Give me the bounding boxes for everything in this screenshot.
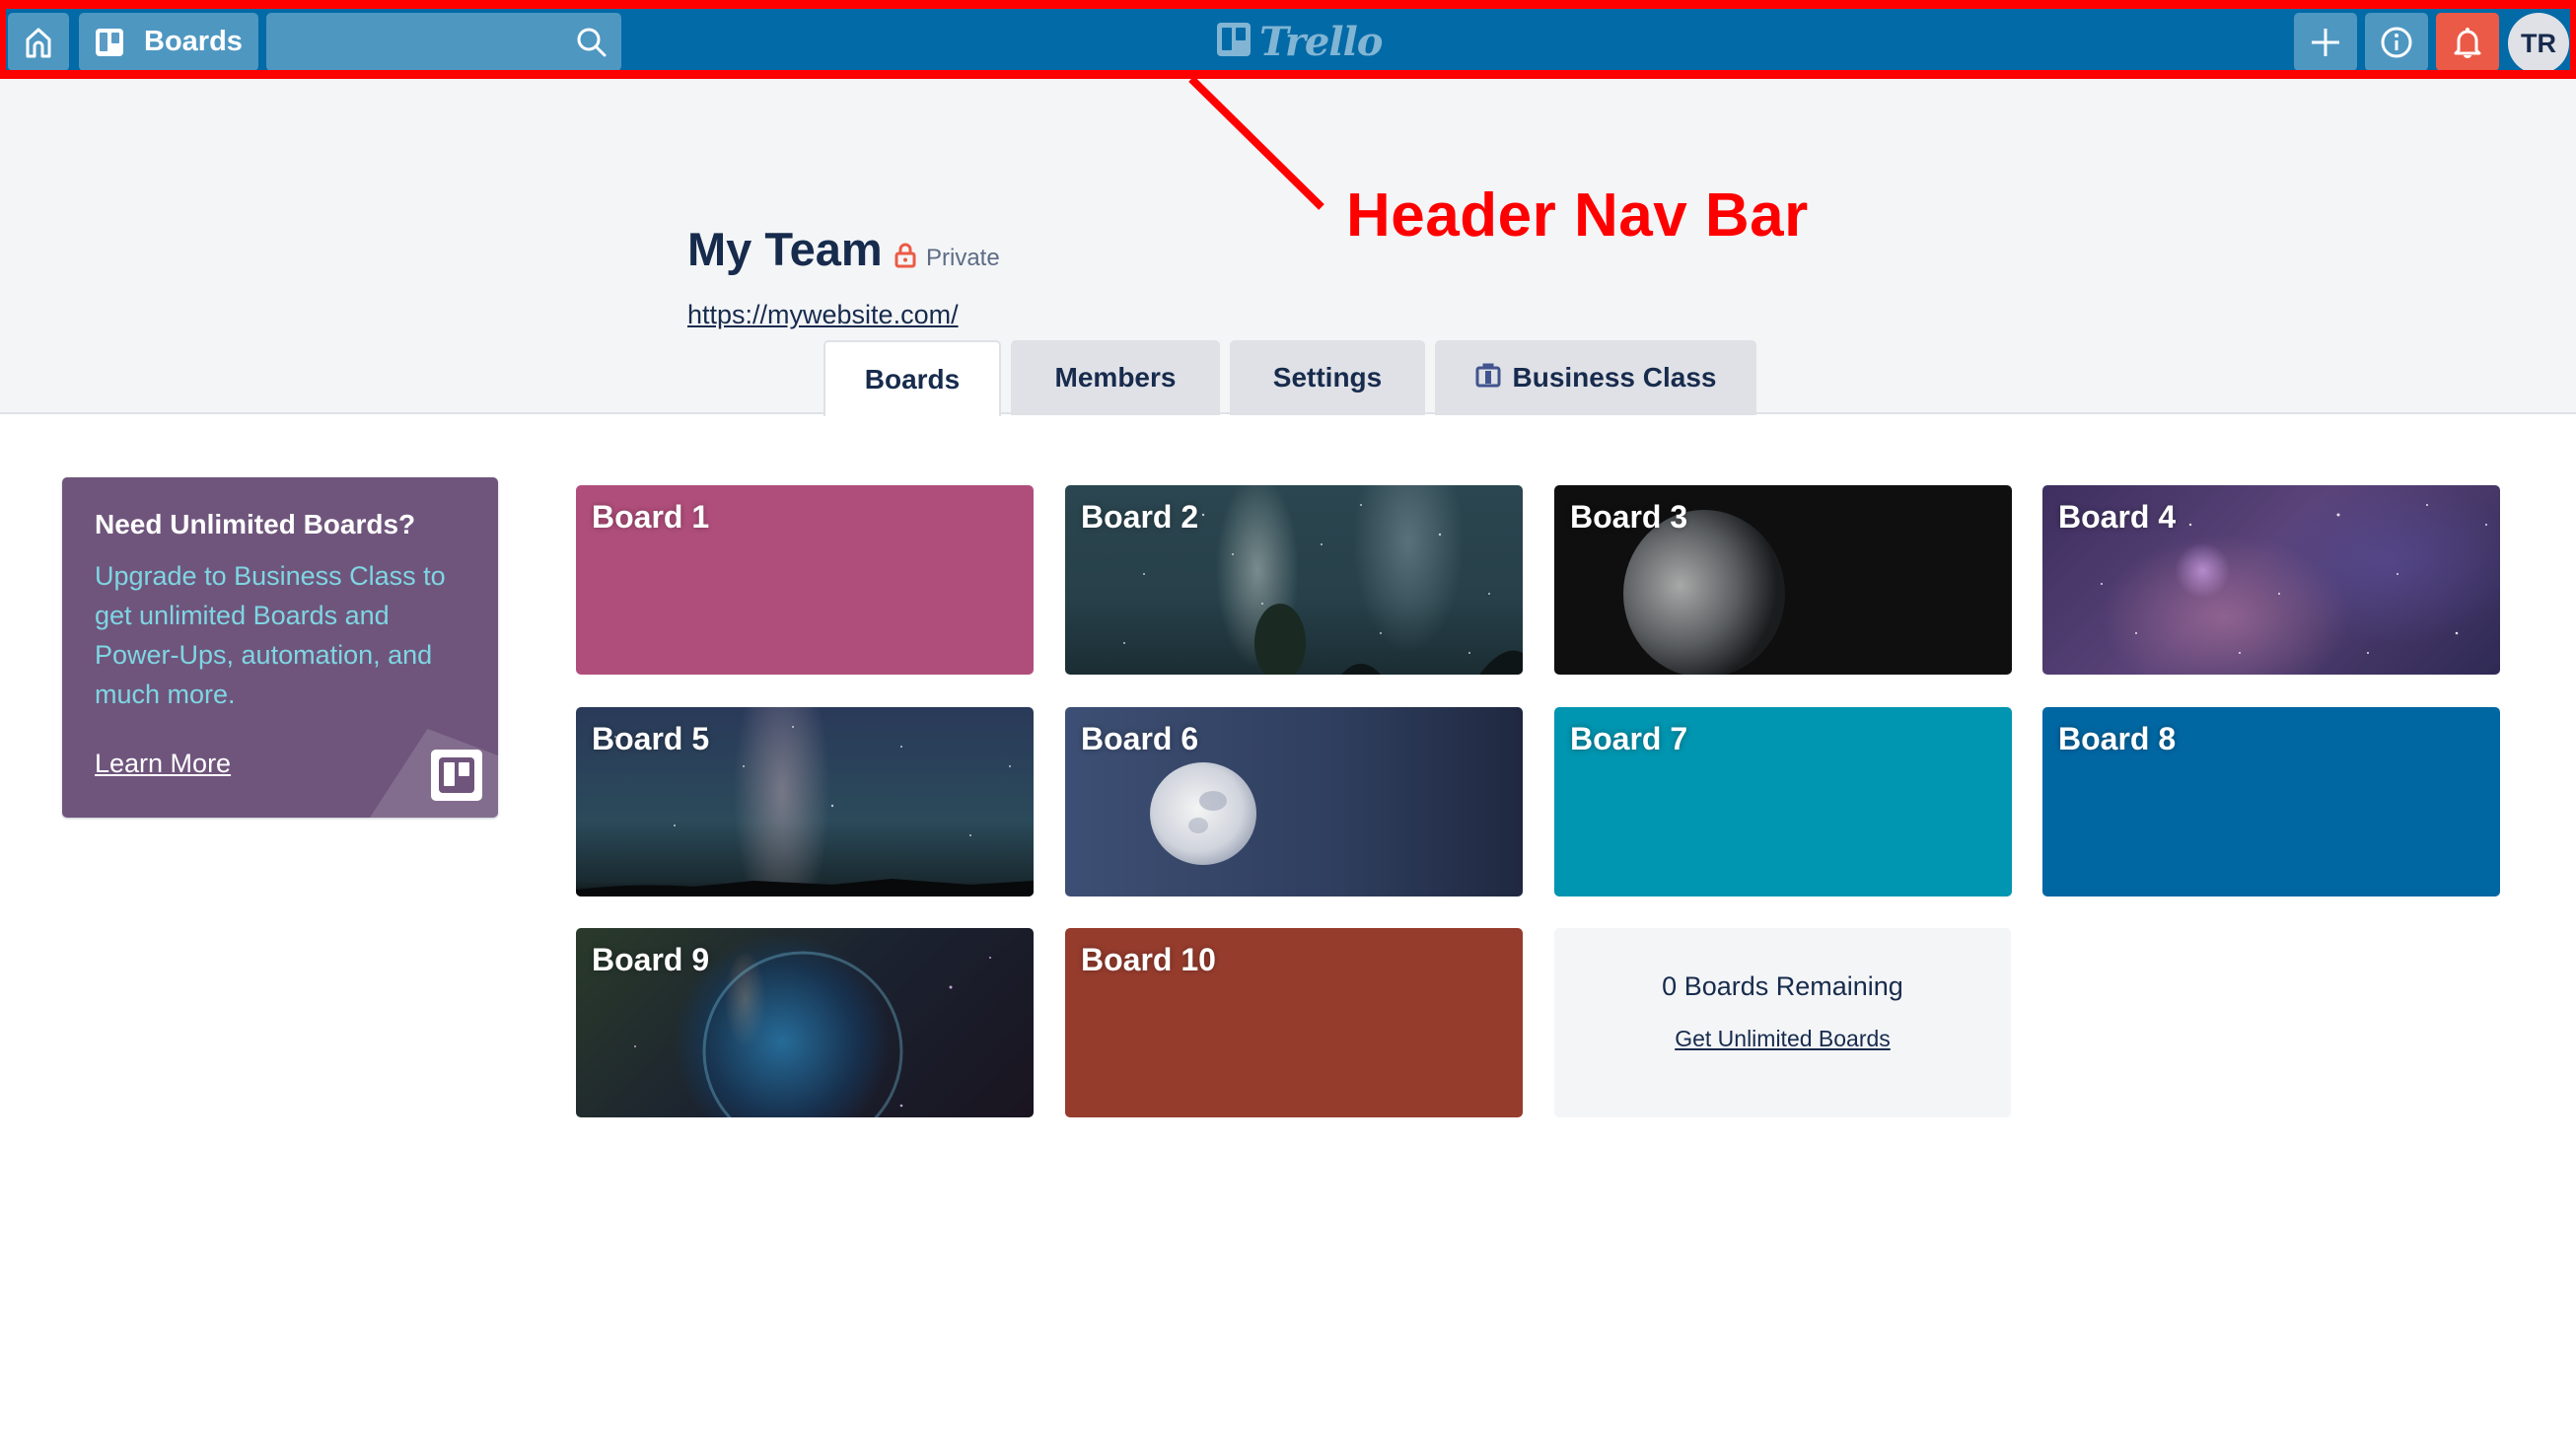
team-name: My Team bbox=[687, 223, 883, 275]
board-tile[interactable]: Board 9 bbox=[576, 928, 1034, 1117]
notifications-button[interactable] bbox=[2436, 13, 2499, 71]
board-tile[interactable]: Board 4 bbox=[2042, 485, 2500, 675]
boards-remaining-count: 0 Boards Remaining bbox=[1662, 971, 1903, 1001]
tab-boards[interactable]: Boards bbox=[823, 340, 1001, 416]
trello-badge-icon bbox=[431, 750, 482, 801]
board-title: Board 7 bbox=[1570, 721, 1688, 756]
tab-business-class[interactable]: Business Class bbox=[1435, 340, 1756, 415]
board-title: Board 2 bbox=[1081, 499, 1199, 535]
search-input[interactable] bbox=[266, 13, 562, 71]
home-icon bbox=[24, 27, 53, 58]
tab-settings[interactable]: Settings bbox=[1230, 340, 1425, 415]
board-tile[interactable]: Board 3 bbox=[1554, 485, 2012, 675]
board-title: Board 3 bbox=[1570, 499, 1688, 535]
tab-label: Boards bbox=[864, 363, 961, 394]
learn-more-link[interactable]: Learn More bbox=[95, 749, 231, 779]
trello-logo-icon bbox=[1216, 22, 1252, 62]
team-visibility[interactable]: Private bbox=[894, 243, 1000, 273]
tab-label: Business Class bbox=[1512, 362, 1717, 393]
visibility-label: Private bbox=[926, 244, 1000, 271]
search-icon[interactable] bbox=[576, 27, 608, 63]
board-tile[interactable]: Board 7 bbox=[1554, 707, 2012, 896]
tab-members[interactable]: Members bbox=[1011, 340, 1220, 415]
board-tile[interactable]: Board 6 bbox=[1065, 707, 1523, 896]
board-tile[interactable]: Board 5 bbox=[576, 707, 1034, 896]
annotation-label: Header Nav Bar bbox=[1346, 181, 1809, 250]
trello-wordmark: Trello bbox=[1259, 18, 1383, 65]
promo-title: Need Unlimited Boards? bbox=[95, 509, 416, 539]
boards-button-label: Boards bbox=[144, 26, 243, 57]
board-title: Board 6 bbox=[1081, 721, 1199, 756]
board-title: Board 8 bbox=[2058, 721, 2177, 756]
home-button[interactable] bbox=[8, 13, 69, 71]
board-title: Board 5 bbox=[592, 721, 710, 756]
header-nav-bar: Boards Trello TR bbox=[0, 0, 2576, 79]
search-box[interactable] bbox=[266, 13, 621, 71]
boards-icon bbox=[95, 28, 124, 57]
promo-body: Upgrade to Business Class to get unlimit… bbox=[95, 561, 446, 709]
board-title: Board 10 bbox=[1081, 942, 1216, 977]
plus-icon bbox=[2310, 27, 2341, 58]
page: Boards Trello TR My Team Private https:/… bbox=[0, 0, 2576, 1434]
board-tile[interactable]: Board 2 bbox=[1065, 485, 1523, 675]
board-title: Board 1 bbox=[592, 499, 710, 535]
create-button[interactable] bbox=[2294, 13, 2357, 71]
tab-label: Members bbox=[1054, 362, 1177, 393]
tab-label: Settings bbox=[1272, 362, 1383, 393]
boards-remaining-card: 0 Boards Remaining Get Unlimited Boards bbox=[1554, 928, 2011, 1117]
board-tile[interactable]: Board 8 bbox=[2042, 707, 2500, 896]
info-button[interactable] bbox=[2365, 13, 2428, 71]
get-unlimited-boards-link[interactable]: Get Unlimited Boards bbox=[1554, 1026, 2011, 1052]
board-tile[interactable]: Board 1 bbox=[576, 485, 1034, 675]
board-title: Board 4 bbox=[2058, 499, 2177, 535]
board-title: Board 9 bbox=[592, 942, 710, 977]
upgrade-promo-card: Need Unlimited Boards? Upgrade to Busine… bbox=[62, 477, 498, 818]
bell-icon bbox=[2453, 26, 2482, 59]
boards-button[interactable]: Boards bbox=[79, 13, 258, 71]
board-tile[interactable]: Board 10 bbox=[1065, 928, 1523, 1117]
trello-logo[interactable]: Trello bbox=[1216, 18, 1383, 65]
lock-icon bbox=[894, 243, 916, 273]
briefcase-icon bbox=[1475, 362, 1501, 394]
user-avatar[interactable]: TR bbox=[2508, 13, 2569, 74]
info-icon bbox=[2380, 26, 2413, 59]
team-website-link[interactable]: https://mywebsite.com/ bbox=[687, 300, 959, 330]
